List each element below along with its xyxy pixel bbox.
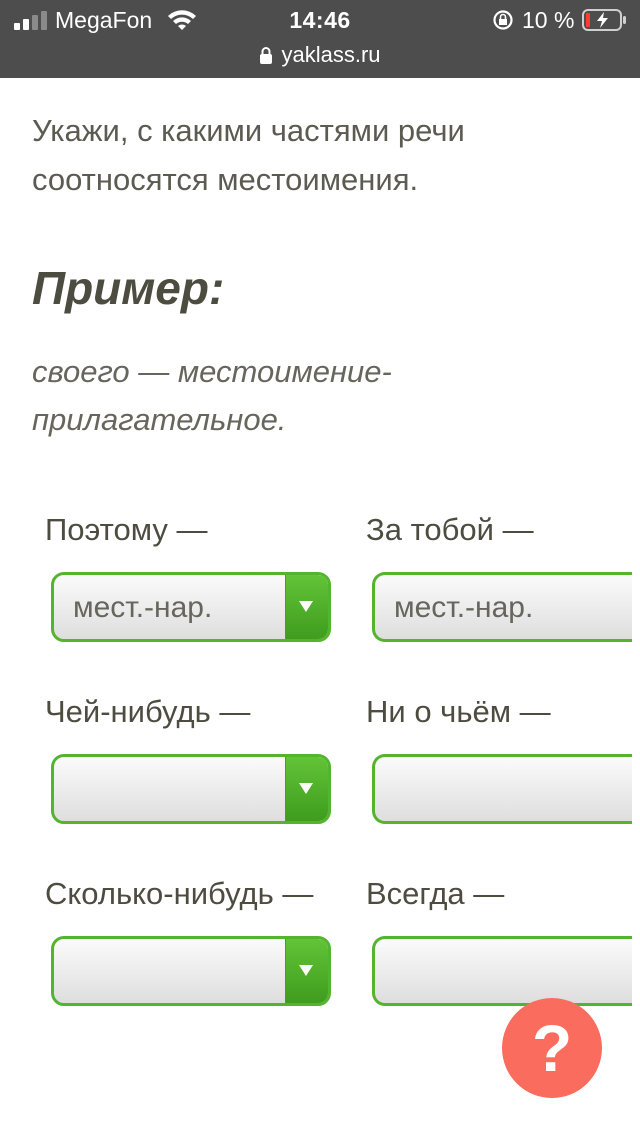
select-value: мест.-нар. (394, 591, 534, 624)
battery-icon (582, 9, 626, 31)
url-text: yaklass.ru (281, 42, 381, 67)
item-label: Сколько-нибудь — (45, 876, 314, 911)
item-label: Всегда — (366, 876, 505, 911)
question-mark-icon: ? (531, 1011, 573, 1085)
status-bar: MegaFon 14:46 10 % yaklass.ru (0, 0, 640, 78)
task-instruction: Укажи, с какими частями речи соотносятся… (32, 113, 465, 197)
part-of-speech-select[interactable] (372, 754, 632, 824)
battery-percent: 10 % (522, 7, 575, 33)
address-bar[interactable]: yaklass.ru (0, 40, 640, 70)
item-label: Чей-нибудь — (45, 694, 251, 729)
page: MegaFon 14:46 10 % yaklass.ru Укажи, с к… (0, 0, 640, 1136)
example-heading: Пример: (32, 262, 225, 314)
item-label: Ни о чьём — (366, 694, 551, 729)
part-of-speech-select[interactable] (372, 936, 632, 1006)
padlock-icon (260, 47, 273, 64)
part-of-speech-select[interactable] (51, 754, 331, 824)
part-of-speech-select[interactable] (51, 936, 331, 1006)
part-of-speech-select[interactable]: мест.-нар. (51, 572, 331, 642)
part-of-speech-select[interactable]: мест.-нар. (372, 572, 632, 642)
item-label: Поэтому — (45, 512, 208, 547)
item-label: За тобой — (366, 512, 534, 547)
example-text: своего — местоимение-прилагательное. (32, 354, 392, 437)
dropdown-arrow-icon[interactable] (285, 939, 328, 1003)
dropdown-arrow-icon[interactable] (285, 757, 328, 821)
rotation-lock-icon (493, 10, 513, 30)
dropdown-arrow-icon[interactable] (285, 575, 328, 639)
select-value: мест.-нар. (73, 591, 213, 624)
help-button[interactable]: ? (502, 998, 602, 1098)
